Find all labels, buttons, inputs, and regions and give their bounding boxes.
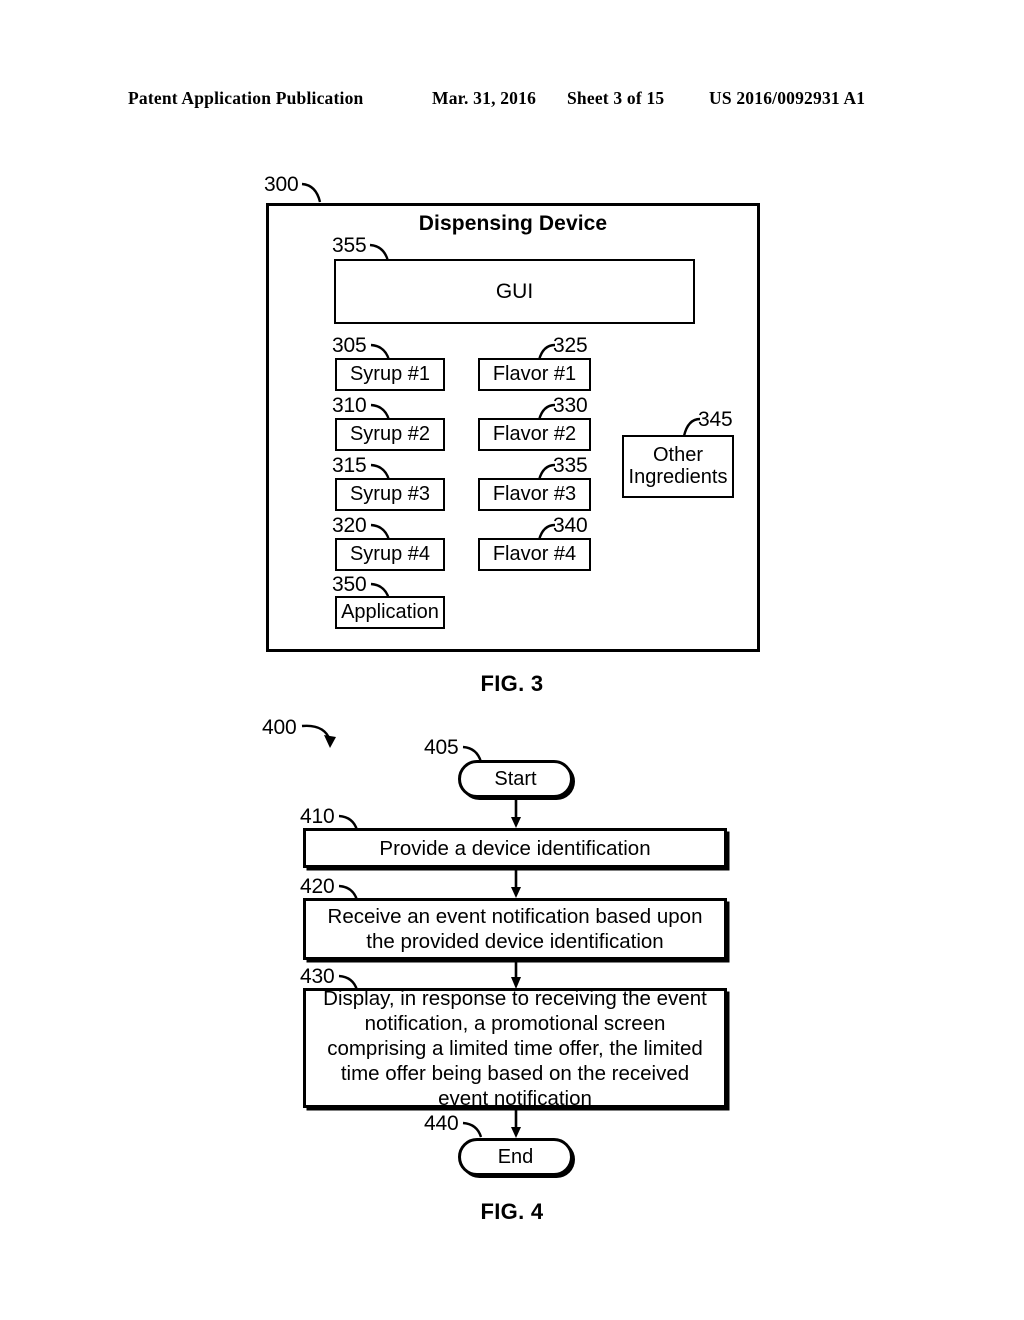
publication-date: Mar. 31, 2016 — [432, 88, 537, 108]
gui-box: GUI — [334, 259, 695, 324]
process-box-410: Provide a device identification — [303, 828, 727, 868]
ref-350: 350 — [332, 573, 367, 596]
process-box-430: Display, in response to receiving the ev… — [303, 986, 727, 1110]
ref-440: 440 — [424, 1112, 459, 1135]
flavor-4-box: Flavor #4 — [478, 538, 591, 571]
ref-315: 315 — [332, 454, 367, 477]
other-ingredients-box: Other Ingredients — [622, 435, 734, 498]
end-label: End — [497, 1145, 534, 1168]
sheet-label: Sheet 3 of 15 — [567, 88, 665, 108]
ref-420: 420 — [300, 875, 335, 898]
ref-310: 310 — [332, 394, 367, 417]
flavor-1-label: Flavor #1 — [492, 362, 577, 385]
syrup-4-label: Syrup #4 — [349, 542, 431, 565]
dispensing-device-title: Dispensing Device — [418, 212, 608, 235]
process-430-text: Display, in response to receiving the ev… — [323, 986, 707, 1110]
flavor-2-box: Flavor #2 — [478, 418, 591, 451]
syrup-1-label: Syrup #1 — [349, 362, 431, 385]
ref-400: 400 — [262, 716, 297, 739]
flavor-3-box: Flavor #3 — [478, 478, 591, 511]
ref-320: 320 — [332, 514, 367, 537]
start-terminator: Start — [458, 760, 573, 798]
other-ingredients-line1: Other — [652, 443, 704, 466]
flavor-1-box: Flavor #1 — [478, 358, 591, 391]
flavor-2-label: Flavor #2 — [492, 422, 577, 445]
flavor-4-label: Flavor #4 — [492, 542, 577, 565]
ref-305: 305 — [332, 334, 367, 357]
end-terminator: End — [458, 1138, 573, 1176]
syrup-4-box: Syrup #4 — [335, 538, 445, 571]
figure-3-caption: FIG. 3 — [480, 671, 544, 696]
process-410-text: Provide a device identification — [379, 836, 651, 860]
patent-number: US 2016/0092931 A1 — [709, 88, 866, 108]
start-label: Start — [494, 767, 537, 790]
process-420-text: Receive an event notification based upon… — [327, 905, 703, 953]
figure-4-caption: FIG. 4 — [480, 1199, 544, 1224]
syrup-2-box: Syrup #2 — [335, 418, 445, 451]
ref-405: 405 — [424, 736, 459, 759]
connector-430-to-end — [511, 1108, 521, 1138]
syrup-3-box: Syrup #3 — [335, 478, 445, 511]
application-label: Application — [341, 600, 439, 623]
leader-arrow-400 — [301, 724, 336, 748]
syrup-2-label: Syrup #2 — [349, 422, 431, 445]
application-box: Application — [335, 596, 445, 629]
connector-start-to-410 — [511, 798, 521, 828]
flavor-3-label: Flavor #3 — [492, 482, 577, 505]
syrup-3-label: Syrup #3 — [349, 482, 431, 505]
gui-label: GUI — [495, 279, 534, 303]
syrup-1-box: Syrup #1 — [335, 358, 445, 391]
ref-355: 355 — [332, 234, 367, 257]
ref-300: 300 — [264, 173, 299, 196]
ref-410: 410 — [300, 805, 335, 828]
page-header: Patent Application Publication Mar. 31, … — [0, 88, 1024, 114]
process-box-420: Receive an event notification based upon… — [303, 898, 727, 960]
other-ingredients-line2: Ingredients — [628, 465, 728, 488]
connector-410-to-420 — [511, 868, 521, 898]
publication-label: Patent Application Publication — [128, 88, 364, 108]
